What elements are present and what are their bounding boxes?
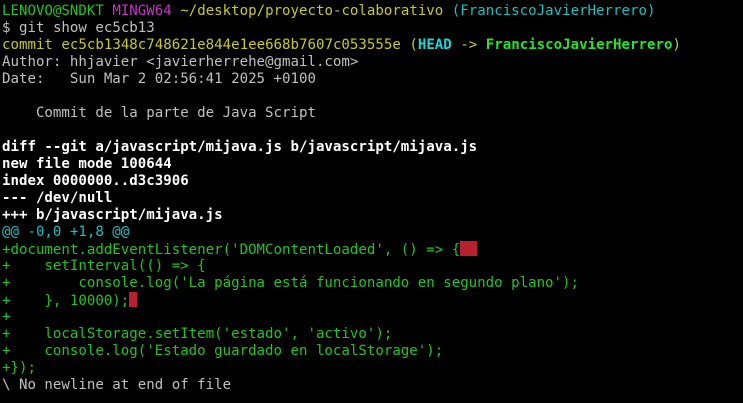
diff-header-line: --- /dev/null [2,190,113,206]
prompt-symbol: $ [2,20,11,36]
no-newline-notice: \ No newline at end of file [2,377,232,393]
diff-header-line: diff --git a/javascript/mijava.js b/java… [2,139,478,155]
added-line: + [2,309,11,325]
prompt-branch: (FranciscoJavierHerrero) [451,3,656,19]
trailing-whitespace-marker [460,241,478,256]
commit-line: commit ec5cb1348c748621e844e1ee668b7607c… [2,37,743,54]
added-line-text: +document.addEventListener('DOMContentLo… [2,242,461,258]
hunk-header: @@ -0,0 +1,8 @@ [2,224,130,240]
branch-ref: FranciscoJavierHerrero [485,37,673,53]
commit-label: commit [2,37,53,53]
terminal-window[interactable]: LENOVO@SNDKT MINGW64 ~/desktop/proyecto-… [0,0,743,403]
date-line: Date: Sun Mar 2 02:56:41 2025 +0100 [2,71,316,87]
head-ref: HEAD [417,37,452,53]
diff-header-line: index 0000000..d3c3906 [2,173,189,189]
commit-hash: ec5cb1348c748621e844e1ee668b7607c053555e [61,37,401,53]
prompt-user-host: LENOVO@SNDKT [2,3,104,19]
added-line-text: + }, 10000); [2,293,130,309]
trailing-whitespace-marker [129,292,138,307]
command-text: git show ec5cb13 [19,20,155,36]
ref-close: ) [672,37,681,53]
added-line: + localStorage.setItem('estado', 'activo… [2,326,393,342]
diff-header-line: +++ b/javascript/mijava.js [2,207,223,223]
ref-arrow: -> [460,37,478,53]
command-line: $ git show ec5cb13 [2,20,743,37]
added-line: +}); [2,360,36,376]
added-line: + }, 10000); [2,292,743,309]
added-line: + console.log('Estado guardado en localS… [2,343,444,359]
prompt-shell: MINGW64 [112,3,172,19]
prompt-line: LENOVO@SNDKT MINGW64 ~/desktop/proyecto-… [2,3,743,20]
author-line: Author: hhjavier <javierherrehe@gmail.co… [2,54,359,70]
diff-header-line: new file mode 100644 [2,156,172,172]
added-line: +document.addEventListener('DOMContentLo… [2,241,743,258]
prompt-cwd: ~/desktop/proyecto-colaborativo [180,3,444,19]
commit-message: Commit de la parte de Java Script [2,105,316,121]
ref-open: ( [409,37,418,53]
added-line: + console.log('La página está funcionand… [2,275,579,291]
added-line: + setInterval(() => { [2,258,206,274]
